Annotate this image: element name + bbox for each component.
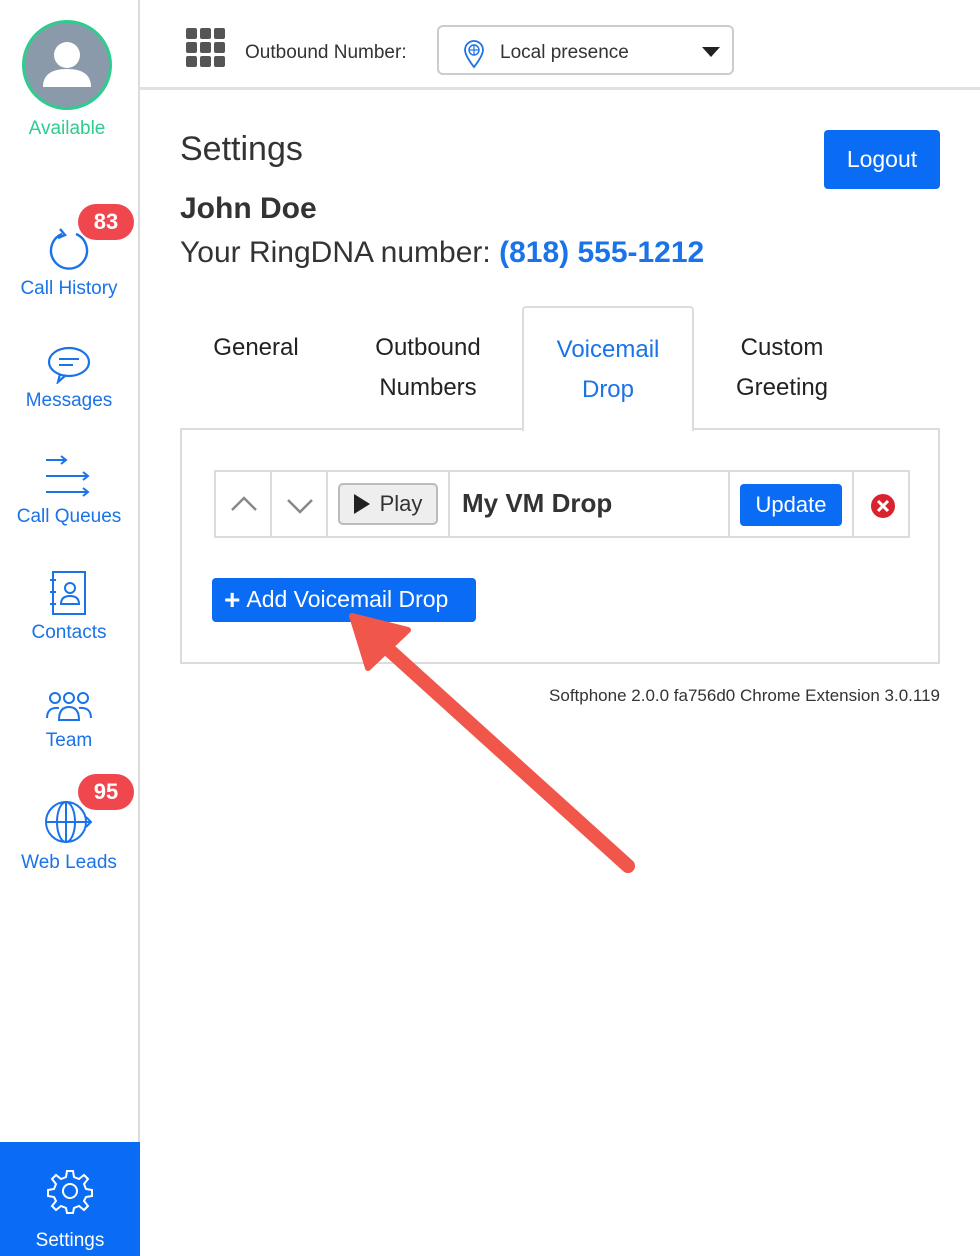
queue-arrows-icon xyxy=(46,455,90,497)
move-up-cell[interactable] xyxy=(216,472,272,536)
tab-label: Drop xyxy=(581,376,635,403)
update-cell: Update xyxy=(730,472,854,536)
ringdna-number[interactable]: (818) 555-1212 xyxy=(499,236,704,269)
user-icon xyxy=(43,42,91,87)
tab-voicemail-drop[interactable]: Voicemail Drop xyxy=(522,306,694,431)
sidebar-item-call-queues[interactable]: Call Queues xyxy=(0,454,138,528)
tab-general[interactable]: General xyxy=(170,306,342,430)
version-info: Softphone 2.0.0 fa756d0 Chrome Extension… xyxy=(549,686,940,705)
delete-icon[interactable] xyxy=(870,493,896,519)
sidebar-item-label: Contacts xyxy=(31,622,107,643)
page-title: Settings xyxy=(180,130,303,168)
logout-button[interactable]: Logout xyxy=(824,130,940,189)
sidebar-item-label: Call Queues xyxy=(16,506,122,527)
status-label[interactable]: Available xyxy=(0,118,134,140)
add-voicemail-drop-button[interactable]: + Add Voicemail Drop xyxy=(212,578,476,622)
sidebar-item-label: Call History xyxy=(20,278,118,299)
chat-icon xyxy=(47,346,91,384)
play-button[interactable]: Play xyxy=(338,483,438,525)
tab-label: Greeting xyxy=(735,374,829,401)
update-button[interactable]: Update xyxy=(740,484,842,526)
play-cell: Play xyxy=(328,472,450,536)
plus-icon: + xyxy=(224,584,241,615)
ringdna-number-label: Your RingDNA number: xyxy=(180,236,491,269)
sidebar-item-settings[interactable]: Settings xyxy=(0,1142,140,1256)
outbound-number-select[interactable]: Local presence xyxy=(437,25,734,75)
notification-badge: 95 xyxy=(78,774,134,810)
notification-badge: 83 xyxy=(78,204,134,240)
tab-outbound-numbers[interactable]: Outbound Numbers xyxy=(342,306,514,430)
sidebar-item-label: Team xyxy=(45,730,93,751)
play-icon xyxy=(353,494,370,514)
ringdna-number-line: Your RingDNA number: (818) 555-1212 xyxy=(180,236,704,270)
delete-cell xyxy=(854,472,908,536)
add-voicemail-drop-label: Add Voicemail Drop xyxy=(246,586,449,612)
tab-label: Custom xyxy=(740,334,824,361)
voicemail-drop-row: Play My VM Drop Update xyxy=(214,470,910,538)
tab-label: Voicemail xyxy=(556,336,660,363)
tab-label: General xyxy=(213,334,299,361)
chevron-down-icon xyxy=(287,499,313,514)
top-bar: Outbound Number: Local presence xyxy=(140,0,980,90)
sidebar-item-messages[interactable]: Messages xyxy=(0,344,138,412)
outbound-number-value: Local presence xyxy=(500,42,629,63)
sidebar-item-contacts[interactable]: Contacts xyxy=(0,570,138,644)
move-down-cell[interactable] xyxy=(272,472,328,536)
location-pin-icon xyxy=(464,40,484,69)
voicemail-drop-name[interactable]: My VM Drop xyxy=(462,488,612,519)
caret-down-icon xyxy=(702,47,720,57)
voicemail-drop-panel: Play My VM Drop Update + Add Voicemail Dr… xyxy=(180,428,940,664)
sidebar-item-label: Settings xyxy=(35,1230,105,1251)
chevron-up-icon xyxy=(231,496,257,511)
grid-icon[interactable] xyxy=(186,28,226,68)
team-icon xyxy=(46,692,92,721)
user-name: John Doe xyxy=(180,192,317,225)
tab-custom-greeting[interactable]: Custom Greeting xyxy=(696,306,868,430)
tab-label: Numbers xyxy=(379,374,477,401)
sidebar: Available Call History 83 Messages Call … xyxy=(0,0,140,1256)
sidebar-item-label: Messages xyxy=(25,390,113,411)
outbound-number-label: Outbound Number: xyxy=(245,42,407,63)
contact-book-icon xyxy=(50,571,86,615)
play-label: Play xyxy=(379,491,423,516)
tab-label: Outbound xyxy=(375,334,481,361)
sidebar-item-label: Web Leads xyxy=(21,852,117,873)
avatar[interactable] xyxy=(22,20,112,110)
gear-icon xyxy=(47,1170,93,1214)
sidebar-item-team[interactable]: Team xyxy=(0,690,138,752)
name-cell: My VM Drop xyxy=(450,472,730,536)
